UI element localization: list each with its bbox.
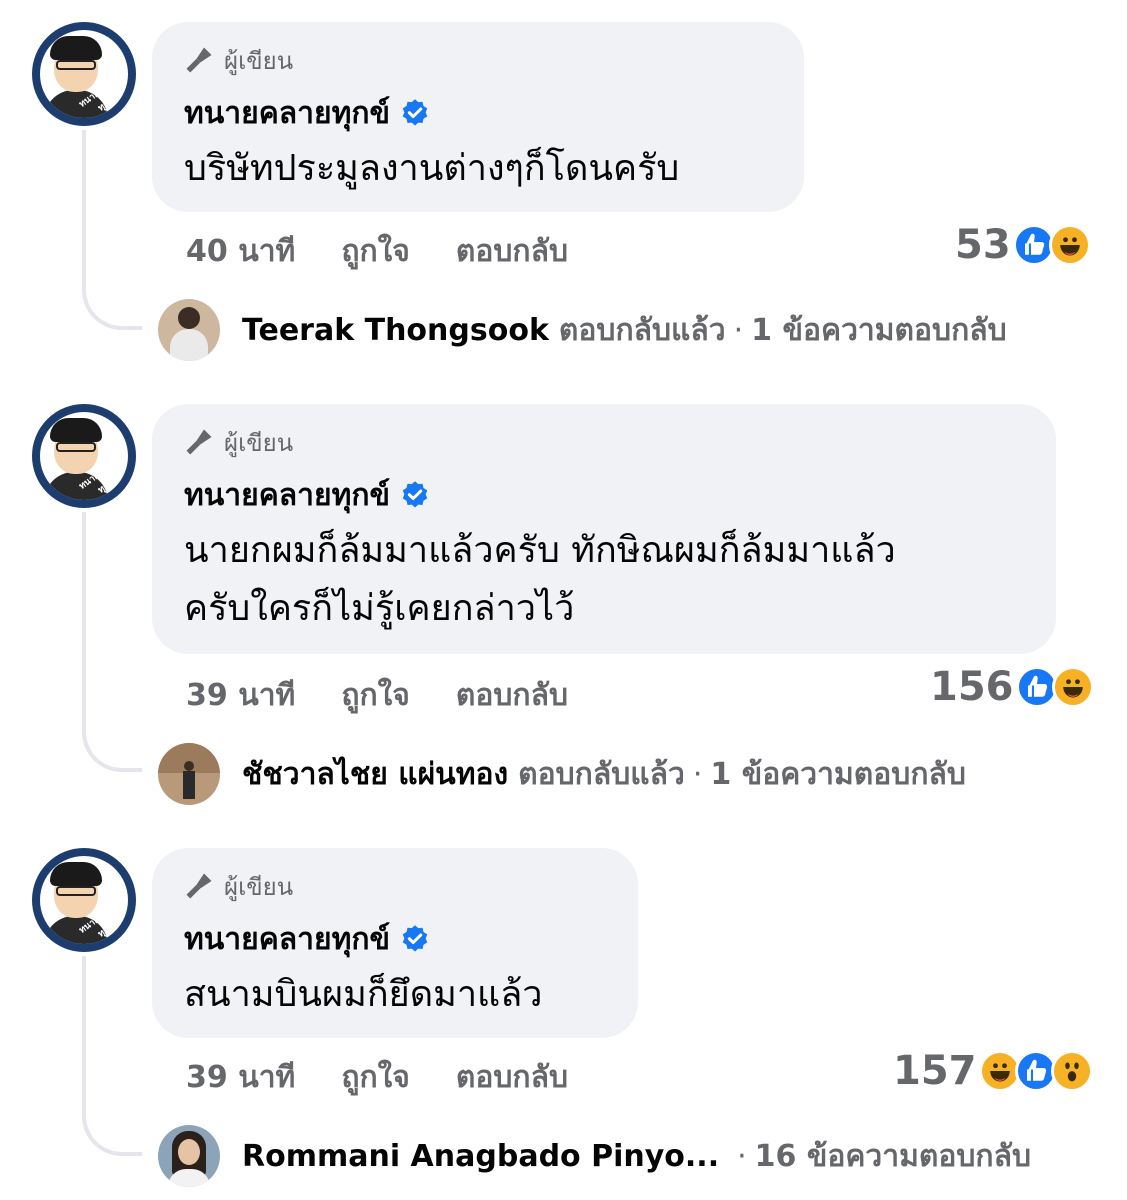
reply-avatar[interactable] — [158, 1125, 220, 1187]
comment-bubble: ผู้เขียน ทนายคลายทุกข์ นายกผมก็ล้มมาแล้ว… — [152, 404, 1056, 654]
author-badge: ผู้เขียน — [184, 870, 606, 902]
microphone-icon — [186, 429, 212, 455]
reply-count[interactable]: 16 ข้อความตอบกลับ — [755, 1133, 1031, 1180]
comment-author-name[interactable]: ทนายคลายทุกข์ — [184, 90, 390, 137]
microphone-icon — [186, 47, 212, 73]
reaction-summary[interactable]: 157 — [893, 1048, 1093, 1094]
author-avatar[interactable]: ทนายคลายทุกข์ — [32, 404, 136, 508]
reaction-count: 156 — [930, 664, 1014, 710]
haha-icon — [1048, 224, 1091, 266]
thread-line — [82, 956, 142, 1156]
author-badge-label: ผู้เขียน — [224, 872, 294, 901]
author-avatar[interactable]: ทนายคลายทุกข์ — [32, 22, 136, 126]
thread-line — [82, 512, 142, 772]
reaction-count: 157 — [893, 1048, 977, 1094]
wow-icon — [1050, 1050, 1093, 1092]
reply-author-name[interactable]: Teerak Thongsook — [242, 313, 549, 348]
reply-button[interactable]: ตอบกลับ — [456, 228, 568, 275]
reply-author-name[interactable]: ชัชวาลไชย แผ่นทอง — [242, 751, 508, 798]
haha-icon — [1051, 666, 1094, 708]
author-badge: ผู้เขียน — [184, 44, 772, 76]
reply-author-name[interactable]: Rommani Anagbado Pinyo... — [242, 1139, 719, 1174]
author-avatar[interactable]: ทนายคลายทุกข์ — [32, 848, 136, 952]
like-button[interactable]: ถูกใจ — [341, 1054, 410, 1101]
reply-count[interactable]: 1 ข้อความตอบกลับ — [710, 751, 966, 798]
reply-button[interactable]: ตอบกลับ — [456, 672, 568, 719]
reaction-summary[interactable]: 156 — [930, 664, 1094, 710]
comment-actions: 39 นาที ถูกใจ ตอบกลับ — [186, 672, 568, 719]
comment-text-line: นายกผมก็ล้มมาแล้วครับ ทักษิณผมก็ล้มมาแล้… — [184, 530, 896, 571]
comment-time[interactable]: 39 นาที — [186, 672, 295, 719]
separator-dot: · — [733, 312, 744, 348]
reaction-summary[interactable]: 53 — [955, 222, 1091, 268]
like-button[interactable]: ถูกใจ — [341, 672, 410, 719]
comment-text: บริษัทประมูลงานต่างๆก็โดนครับ — [184, 148, 680, 189]
reply-button[interactable]: ตอบกลับ — [456, 1054, 568, 1101]
reply-avatar[interactable] — [158, 299, 220, 361]
reply-action-text: ตอบกลับแล้ว — [558, 312, 726, 348]
like-button[interactable]: ถูกใจ — [341, 228, 410, 275]
separator-dot: · — [737, 1138, 747, 1174]
comment-actions: 39 นาที ถูกใจ ตอบกลับ — [186, 1054, 568, 1101]
separator-dot: · — [692, 756, 703, 792]
verified-badge-icon — [402, 99, 428, 126]
verified-badge-icon — [402, 481, 428, 508]
reaction-count: 53 — [955, 222, 1011, 268]
thread-line — [82, 130, 142, 330]
reply-preview[interactable]: Teerak Thongsook ตอบกลับแล้ว · 1 ข้อความ… — [158, 298, 1007, 362]
comment-text-line: ครับใครก็ไม่รู้เคยกล่าวไว้ — [184, 588, 575, 629]
comment-author-name[interactable]: ทนายคลายทุกข์ — [184, 472, 390, 519]
reply-avatar[interactable] — [158, 743, 220, 805]
comment-bubble: ผู้เขียน ทนายคลายทุกข์ บริษัทประมูลงานต่… — [152, 22, 804, 212]
comment-bubble: ผู้เขียน ทนายคลายทุกข์ สนามบินผมก็ยึดมาแ… — [152, 848, 638, 1038]
author-badge: ผู้เขียน — [184, 426, 1024, 458]
microphone-icon — [186, 873, 212, 899]
reply-action-text: ตอบกลับแล้ว — [518, 756, 685, 792]
comment-time[interactable]: 40 นาที — [186, 228, 295, 275]
verified-badge-icon — [402, 925, 428, 952]
author-badge-label: ผู้เขียน — [224, 428, 294, 457]
reply-preview[interactable]: Rommani Anagbado Pinyo... · 16 ข้อความตอ… — [158, 1124, 1031, 1188]
reply-count[interactable]: 1 ข้อความตอบกลับ — [751, 307, 1007, 354]
comment-time[interactable]: 39 นาที — [186, 1054, 295, 1101]
reply-preview[interactable]: ชัชวาลไชย แผ่นทอง ตอบกลับแล้ว · 1 ข้อควา… — [158, 742, 966, 806]
author-badge-label: ผู้เขียน — [224, 46, 294, 75]
comment-text: สนามบินผมก็ยึดมาแล้ว — [184, 974, 543, 1015]
comment-author-name[interactable]: ทนายคลายทุกข์ — [184, 916, 390, 963]
comment-actions: 40 นาที ถูกใจ ตอบกลับ — [186, 228, 568, 275]
